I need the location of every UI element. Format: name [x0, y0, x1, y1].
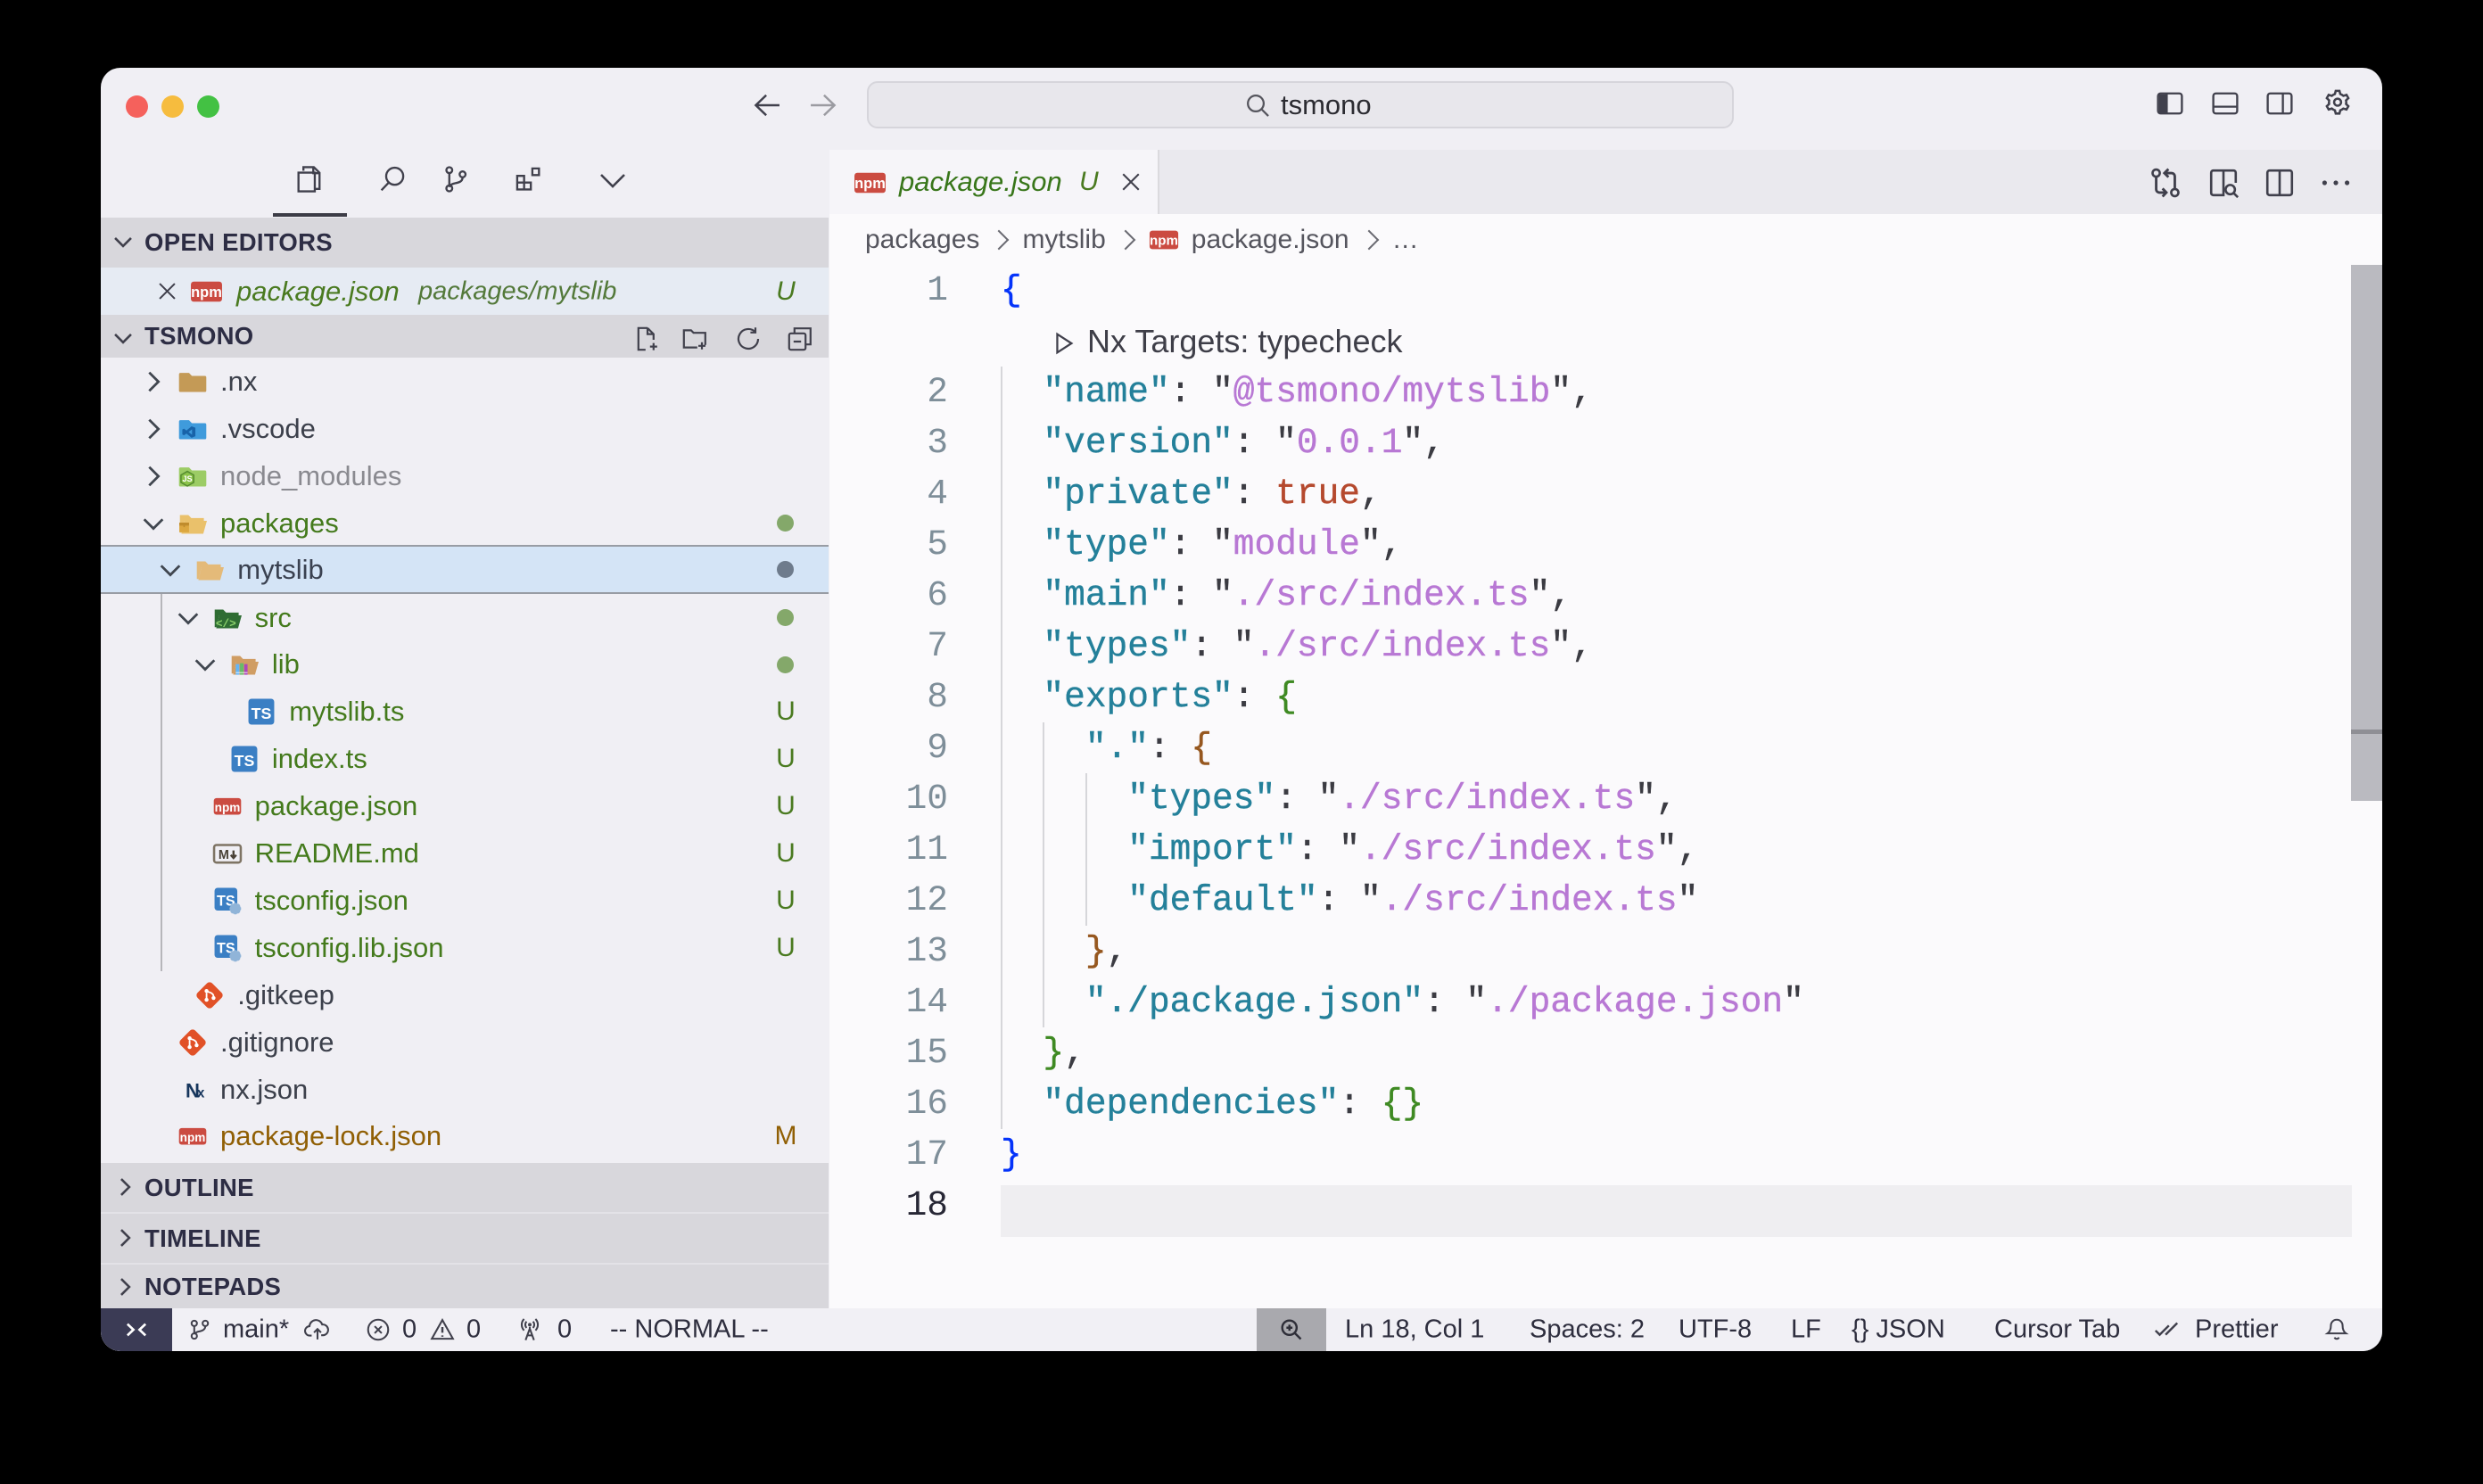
svg-text:npm: npm [191, 284, 222, 301]
svg-text:npm: npm [1150, 233, 1178, 248]
svg-text:npm: npm [180, 1131, 206, 1144]
svg-text:npm: npm [854, 176, 886, 192]
svg-text:M: M [218, 848, 228, 862]
svg-text:TS: TS [252, 705, 272, 722]
svg-text:</>: </> [215, 616, 235, 630]
svg-text:JS: JS [182, 474, 192, 483]
svg-text:npm: npm [214, 801, 240, 814]
svg-text:TS: TS [234, 752, 254, 770]
svg-text:x: x [197, 1085, 205, 1101]
